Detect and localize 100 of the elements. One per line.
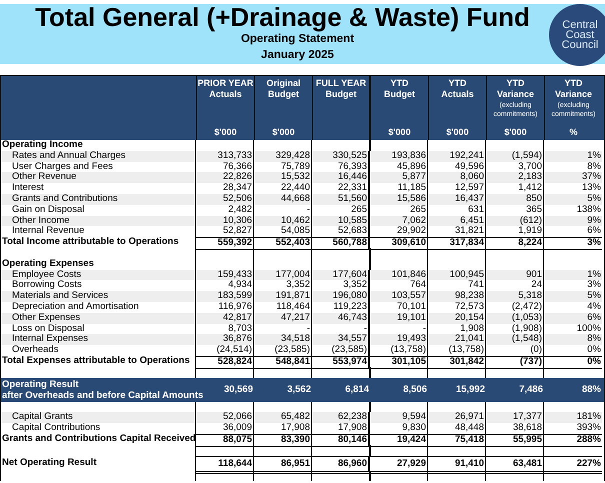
table-cell: (1,548) xyxy=(512,333,542,344)
row-label: Depreciation and Amortisation xyxy=(11,300,139,312)
table-cell: 313,733 xyxy=(218,150,252,161)
column-unit: $'000 xyxy=(214,127,237,139)
table-cell: 6% xyxy=(587,312,601,323)
table-cell: 8,060 xyxy=(460,171,484,182)
table-cell: 159,433 xyxy=(218,268,252,280)
table-cell: 560,788 xyxy=(332,237,367,248)
table-cell: 3% xyxy=(587,279,601,290)
table-cell: 8% xyxy=(587,160,601,172)
table-cell: 5% xyxy=(587,192,601,204)
table-cell: 98,238 xyxy=(454,290,484,302)
table-cell: 103,557 xyxy=(392,290,426,302)
table-cell: 0% xyxy=(587,356,601,367)
table-cell: 26,971 xyxy=(454,411,484,422)
table-cell: 1,908 xyxy=(460,322,484,334)
table-cell: 6,814 xyxy=(345,384,369,395)
table-cell: 49,596 xyxy=(454,160,484,172)
table-cell: - xyxy=(364,322,367,334)
table-cell: 17,908 xyxy=(280,422,310,434)
table-cell: 10,462 xyxy=(280,214,310,226)
table-cell: 3,352 xyxy=(343,279,367,290)
row-label: Interest xyxy=(11,182,44,194)
row-label: Other Income xyxy=(11,214,70,226)
table-cell: 7,486 xyxy=(519,384,543,395)
table-cell: 38,618 xyxy=(512,422,542,434)
row-label: Total Expenses attributable to Operations xyxy=(2,354,190,366)
table-cell: 86,951 xyxy=(280,458,310,469)
table-cell: 4,934 xyxy=(228,279,252,290)
table-cell: 75,418 xyxy=(454,434,484,445)
report-title: Total General (+Drainage & Waste) Fund xyxy=(35,4,530,31)
column-title: FULL YEAR Budget xyxy=(316,78,366,100)
table-cell: 45,896 xyxy=(396,160,426,172)
table-cell: (24,514) xyxy=(216,344,252,356)
table-cell: 193,836 xyxy=(392,150,426,161)
column-title: Original Budget xyxy=(266,78,300,100)
column-title: YTD Variance xyxy=(554,78,592,100)
column-title: YTD Actuals xyxy=(441,78,474,100)
row-label: User Charges and Fees xyxy=(11,160,113,172)
row-label: Net Operating Result xyxy=(2,456,96,468)
table-cell: 70,101 xyxy=(396,300,426,312)
table-cell: 17,377 xyxy=(512,411,542,422)
table-cell: 36,876 xyxy=(222,333,252,344)
table-cell: 119,223 xyxy=(333,300,367,312)
table-cell: 7,062 xyxy=(402,214,426,226)
table-cell: (612) xyxy=(520,214,542,226)
table-cell: 100% xyxy=(576,322,601,334)
table-cell: 5% xyxy=(587,290,601,302)
table-cell: 86,960 xyxy=(338,458,367,469)
table-cell: 1,412 xyxy=(518,182,542,194)
table-cell: 181% xyxy=(576,411,601,422)
table-cell: 52,827 xyxy=(222,225,252,236)
table-cell: 72,573 xyxy=(454,300,484,312)
table-cell: 48,448 xyxy=(454,422,484,434)
table-cell: 22,331 xyxy=(338,182,367,194)
table-cell: 177,604 xyxy=(332,268,367,280)
table-cell: (1,594) xyxy=(512,150,542,161)
table-cell: 88,075 xyxy=(222,434,252,445)
table-cell: 0% xyxy=(587,344,601,356)
table-cell: 1% xyxy=(587,150,601,161)
table-cell: 5,877 xyxy=(402,171,426,182)
table-cell: 764 xyxy=(410,279,426,290)
table-cell: 118,464 xyxy=(276,300,310,312)
table-cell: 22,440 xyxy=(280,182,310,194)
table-cell: 631 xyxy=(468,204,484,215)
table-cell: 1% xyxy=(587,268,601,280)
column-title: PRIOR YEAR Actuals xyxy=(198,78,254,100)
table-cell: (0) xyxy=(530,344,542,356)
table-cell: 3,352 xyxy=(286,279,310,290)
row-label: Employee Costs xyxy=(11,268,82,280)
table-cell: 6% xyxy=(587,225,601,236)
table-cell: 9% xyxy=(587,214,601,226)
column-unit: $'000 xyxy=(446,127,469,139)
table-cell: 63,481 xyxy=(512,458,542,469)
table-cell: 528,824 xyxy=(218,356,252,367)
table-cell: 3% xyxy=(587,237,601,248)
table-cell: 16,437 xyxy=(454,192,484,204)
table-cell: 8,224 xyxy=(518,237,542,248)
table-cell: 553,974 xyxy=(332,356,367,367)
row-label: Internal Revenue xyxy=(11,225,84,236)
table-cell: 559,392 xyxy=(218,237,252,248)
table-cell: 1,919 xyxy=(518,225,542,236)
table-cell: 8% xyxy=(587,333,601,344)
table-cell: 19,493 xyxy=(396,333,426,344)
table-cell: 118,644 xyxy=(218,458,252,469)
table-cell: 47,217 xyxy=(280,312,310,323)
table-cell: 177,004 xyxy=(276,268,310,280)
table-cell: 365 xyxy=(526,204,542,215)
table-cell: 4% xyxy=(587,300,601,312)
table-cell: 309,610 xyxy=(392,237,426,248)
row-label: Materials and Services xyxy=(11,290,108,302)
table-cell: 76,393 xyxy=(338,160,367,172)
table-cell: (23,585) xyxy=(332,344,367,356)
table-cell: 3,562 xyxy=(287,384,311,395)
table-cell: 196,080 xyxy=(332,290,367,302)
table-cell: 227% xyxy=(576,458,601,469)
column-unit: $'000 xyxy=(504,127,527,139)
row-label: Internal Expenses xyxy=(11,333,88,344)
table-cell: 34,557 xyxy=(338,333,367,344)
table-cell: 10,585 xyxy=(338,214,367,226)
